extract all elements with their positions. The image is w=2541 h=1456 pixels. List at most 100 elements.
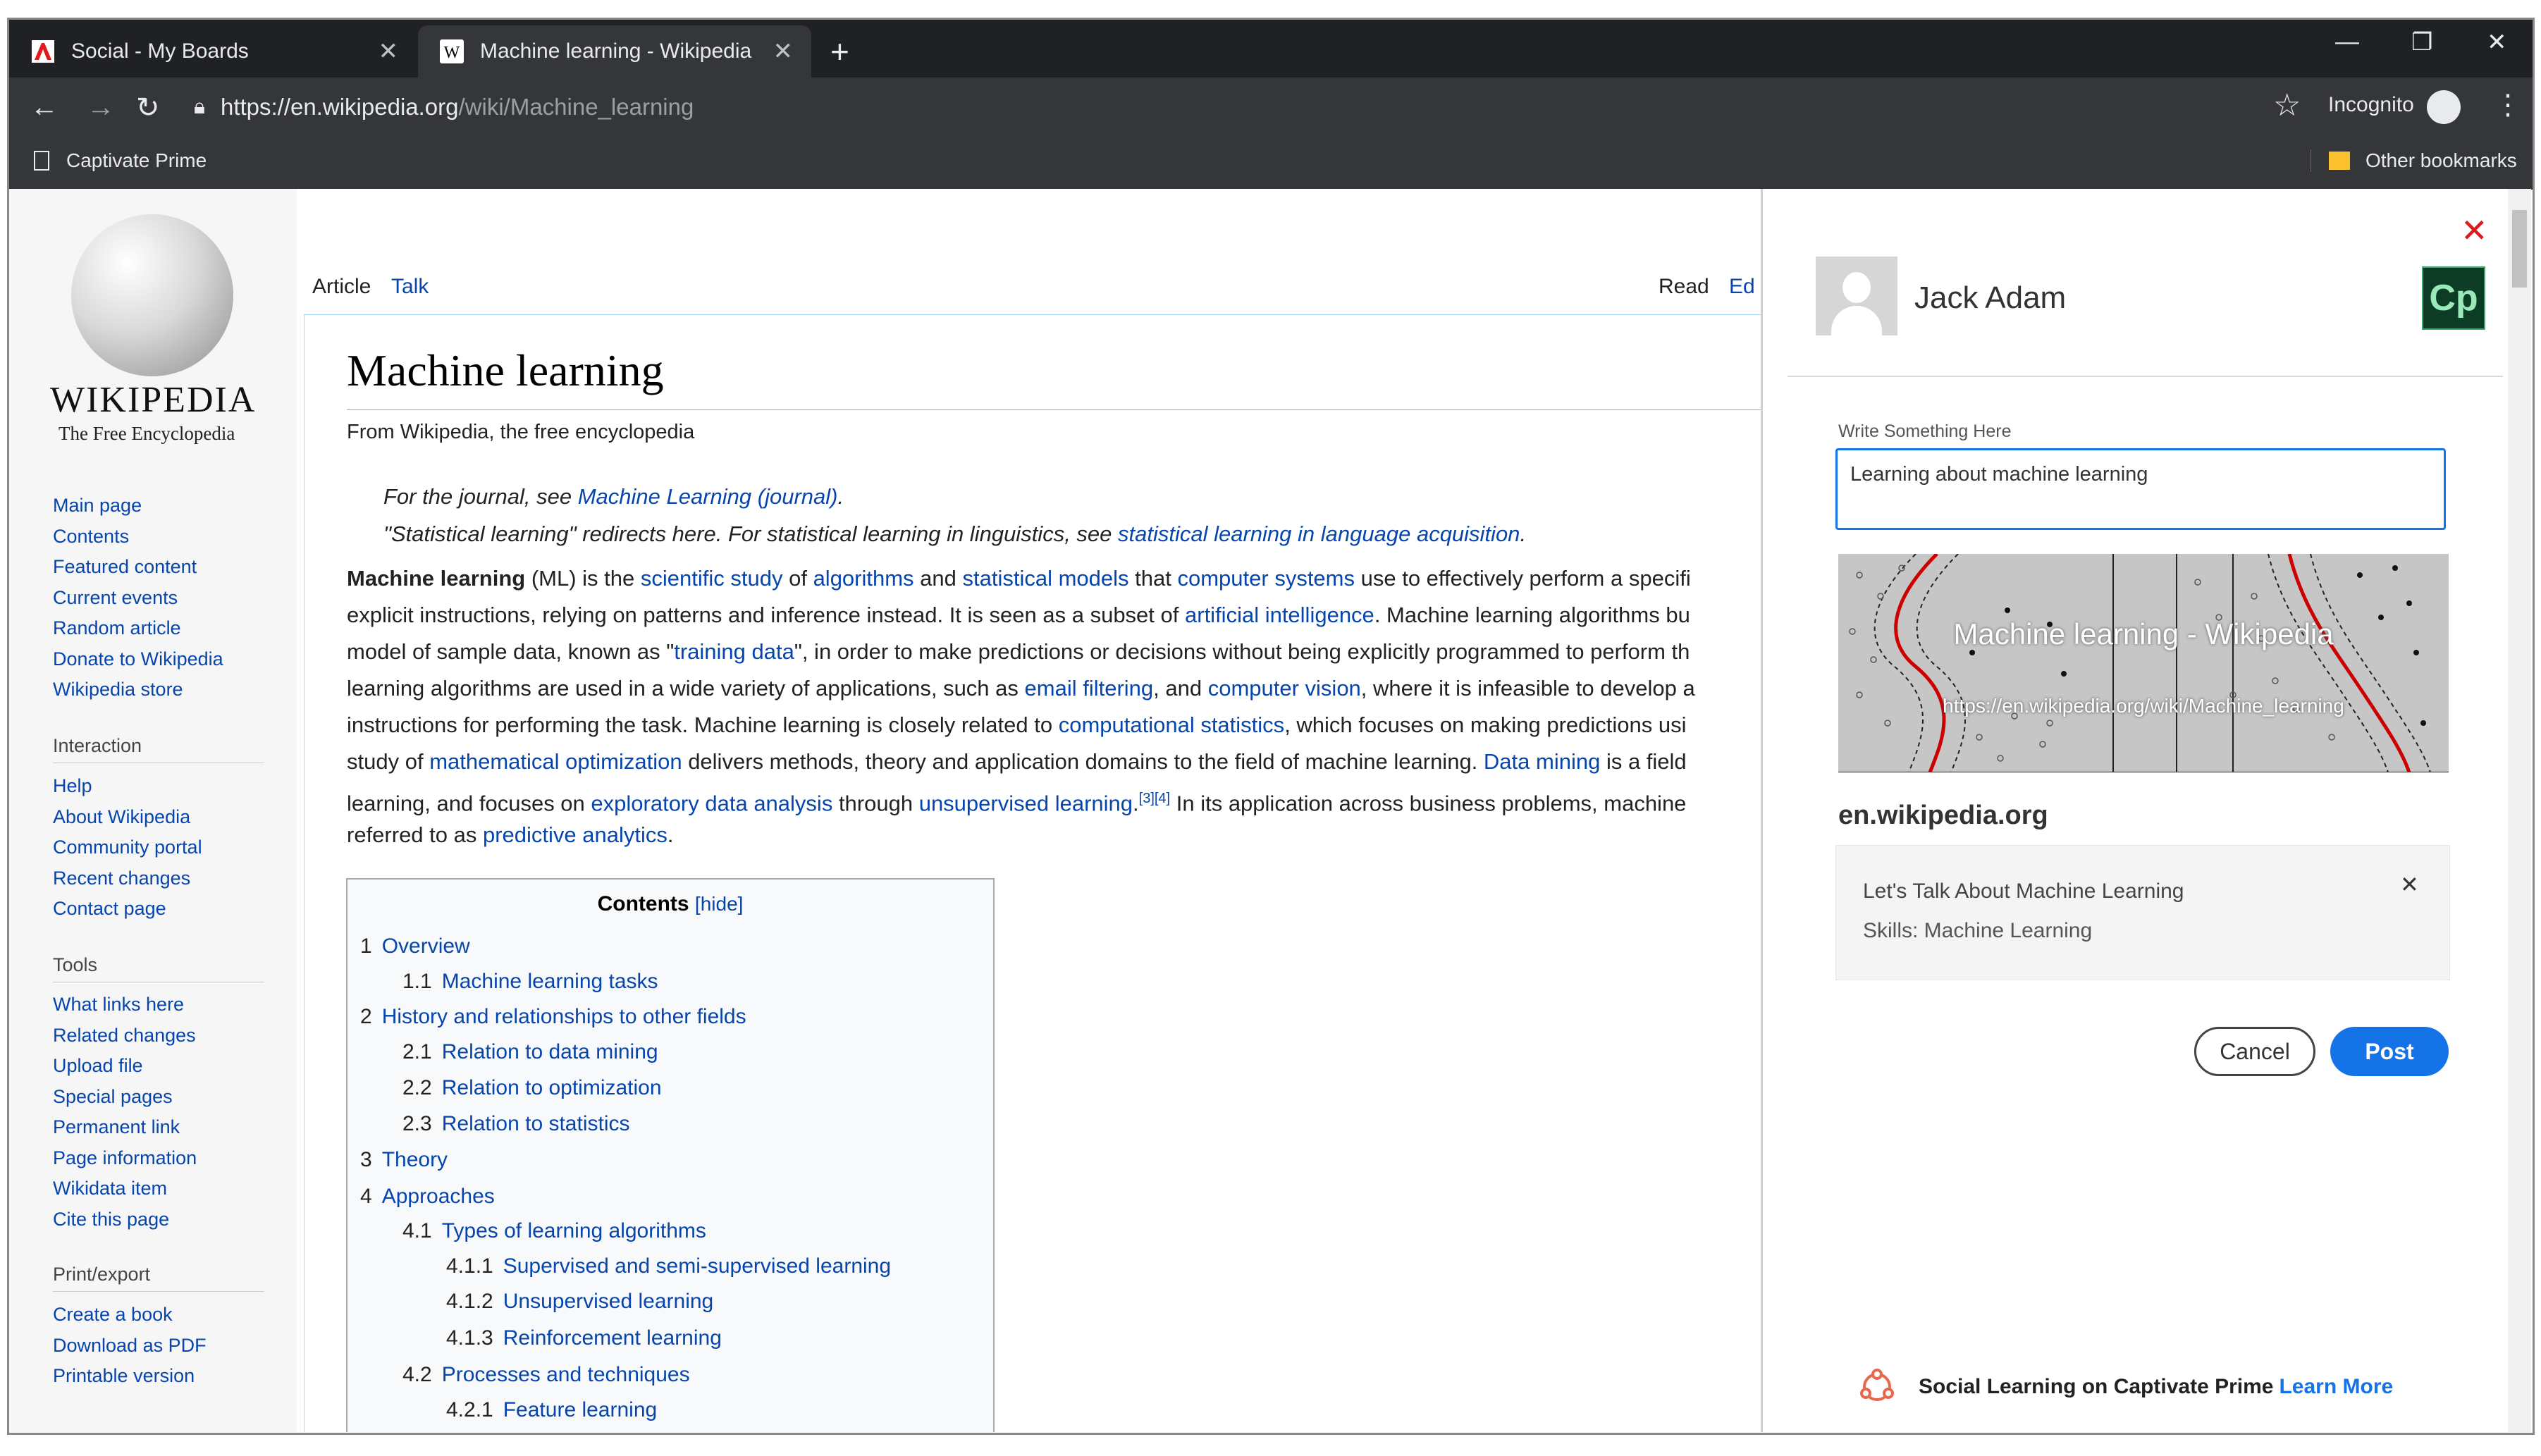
minimize-icon[interactable]: — <box>2335 28 2359 56</box>
article-link[interactable]: Data mining <box>1484 749 1600 774</box>
toc-item[interactable]: 3 Theory <box>360 1148 448 1172</box>
nav-link[interactable]: Wikipedia store <box>53 674 223 705</box>
nav-link[interactable]: Printable version <box>53 1361 207 1392</box>
nav-link[interactable]: Donate to Wikipedia <box>53 644 223 675</box>
tab-read[interactable]: Read <box>1651 266 1716 307</box>
bookmark-captivate-prime[interactable]: Captivate Prime <box>34 149 207 172</box>
menu-icon[interactable]: ⋮ <box>2494 89 2522 121</box>
forward-icon[interactable]: → <box>87 92 115 123</box>
toc-item[interactable]: 1 Overview <box>360 934 470 958</box>
article-link[interactable]: computational statistics <box>1059 712 1284 737</box>
url-text[interactable]: https://en.wikipedia.org/wiki/Machine_le… <box>221 94 694 121</box>
toc-item[interactable]: 2.2 Relation to optimization <box>402 1076 662 1100</box>
hatnote-link[interactable]: Machine Learning (journal) <box>578 484 838 509</box>
cancel-button[interactable]: Cancel <box>2194 1027 2315 1076</box>
restore-icon[interactable]: ❐ <box>2411 28 2432 56</box>
page-scrollbar[interactable] <box>2508 189 2531 1432</box>
wikipedia-wordmark[interactable]: WIKIPEDIA <box>50 379 256 421</box>
nav-link[interactable]: Create a book <box>53 1300 207 1331</box>
nav-link[interactable]: Page information <box>53 1143 197 1174</box>
toc-item[interactable]: 4.2.1 Feature learning <box>446 1398 657 1422</box>
tab-edit[interactable]: Ed <box>1722 266 1762 307</box>
nav-tools: What links here Related changes Upload f… <box>53 989 197 1235</box>
reload-icon[interactable]: ↻ <box>136 92 160 124</box>
toc-item[interactable]: 4.1.2 Unsupervised learning <box>446 1290 713 1314</box>
window-close-icon[interactable]: ✕ <box>2487 28 2507 56</box>
nav-link[interactable]: Featured content <box>53 552 223 583</box>
article-link[interactable]: exploratory data analysis <box>591 791 832 815</box>
bookmark-other[interactable]: Other bookmarks <box>2311 149 2517 172</box>
nav-link[interactable]: Related changes <box>53 1020 197 1051</box>
link-preview-image[interactable]: Machine learning - Wikipedia https://en.… <box>1838 554 2449 772</box>
paragraph-line: learning, and focuses on exploratory dat… <box>347 791 1687 816</box>
toc-item[interactable]: 4.1.1 Supervised and semi-supervised lear… <box>446 1254 891 1278</box>
nav-heading-interaction: Interaction <box>53 735 264 763</box>
nav-link[interactable]: Special pages <box>53 1082 197 1113</box>
remove-skill-icon[interactable]: ✕ <box>2400 871 2419 898</box>
skill-card-skills: Skills: Machine Learning <box>1863 919 2093 942</box>
avatar <box>1816 257 1897 335</box>
social-learning-icon <box>1858 1368 1896 1406</box>
article-link[interactable]: computer systems <box>1177 566 1355 591</box>
article-link[interactable]: predictive analytics <box>483 822 667 847</box>
nav-link[interactable]: Download as PDF <box>53 1331 207 1362</box>
article-link[interactable]: artificial intelligence <box>1185 603 1374 627</box>
tab-talk[interactable]: Talk <box>384 266 436 307</box>
nav-link[interactable]: Community portal <box>53 832 202 863</box>
toc-item[interactable]: 4.1 Types of learning algorithms <box>402 1219 706 1243</box>
article-link[interactable]: training data <box>674 639 794 664</box>
nav-link[interactable]: Main page <box>53 491 223 522</box>
nav-link[interactable]: Upload file <box>53 1051 197 1082</box>
nav-link[interactable]: Cite this page <box>53 1204 197 1235</box>
close-tab-icon[interactable]: ✕ <box>379 37 399 66</box>
nav-link[interactable]: About Wikipedia <box>53 802 202 833</box>
learn-more-link[interactable]: Learn More <box>2279 1375 2393 1399</box>
nav-link[interactable]: Contact page <box>53 894 202 925</box>
article-link[interactable]: email filtering <box>1025 676 1154 701</box>
close-tab-icon[interactable]: ✕ <box>773 37 794 66</box>
tab-bar: Social - My Boards ✕ W Machine learning … <box>9 20 2533 78</box>
tab-machine-learning[interactable]: W Machine learning - Wikipedia ✕ <box>418 25 811 78</box>
toc-item[interactable]: 1.1 Machine learning tasks <box>402 970 658 994</box>
post-text-input[interactable]: Learning about machine learning <box>1835 448 2446 530</box>
nav-link[interactable]: What links here <box>53 989 197 1020</box>
close-icon[interactable]: ✕ <box>2461 211 2488 249</box>
nav-link[interactable]: Contents <box>53 522 223 553</box>
bookmark-star-icon[interactable]: ☆ <box>2273 87 2301 123</box>
social-share-panel: ✕ Jack Adam Cp Write Something Here Lear… <box>1761 189 2524 1432</box>
article-link[interactable]: unsupervised learning <box>919 791 1133 815</box>
post-input-label: Write Something Here <box>1838 421 2012 441</box>
tab-social-my-boards[interactable]: Social - My Boards ✕ <box>9 25 417 78</box>
scrollbar-thumb[interactable] <box>2512 210 2527 288</box>
nav-link[interactable]: Permanent link <box>53 1112 197 1143</box>
tab-article[interactable]: Article <box>305 266 378 307</box>
toc-item[interactable]: 4 Approaches <box>360 1185 495 1209</box>
nav-link[interactable]: Current events <box>53 583 223 614</box>
toc-item[interactable]: 2.1 Relation to data mining <box>402 1040 658 1064</box>
new-tab-icon[interactable]: + <box>830 32 849 70</box>
browser-toolbar: ← → ↻ 🔒︎ https://en.wikipedia.org/wiki/M… <box>9 78 2533 137</box>
article-link[interactable]: mathematical optimization <box>429 749 682 774</box>
article-link[interactable]: computer vision <box>1208 676 1361 701</box>
toc-item[interactable]: 4.2 Processes and techniques <box>402 1363 690 1387</box>
address-bar[interactable]: 🔒︎ https://en.wikipedia.org/wiki/Machine… <box>194 86 2308 128</box>
incognito-icon[interactable] <box>2427 90 2461 124</box>
post-button[interactable]: Post <box>2330 1027 2449 1076</box>
bookmarks-bar: Captivate Prime Other bookmarks <box>9 137 2533 190</box>
article-link[interactable]: scientific study <box>641 566 783 591</box>
nav-link[interactable]: Wikidata item <box>53 1173 197 1204</box>
toc-hide-link[interactable]: [hide] <box>695 893 744 915</box>
toc-item[interactable]: 2 History and relationships to other fiel… <box>360 1005 746 1029</box>
article-link[interactable]: statistical models <box>963 566 1129 591</box>
toc-item[interactable]: 2.3 Relation to statistics <box>402 1112 630 1136</box>
user-name: Jack Adam <box>1914 280 2067 315</box>
back-icon[interactable]: ← <box>30 92 59 123</box>
nav-link[interactable]: Help <box>53 771 202 802</box>
article-link[interactable]: algorithms <box>813 566 914 591</box>
wikipedia-globe-icon[interactable] <box>71 214 233 376</box>
nav-link[interactable]: Random article <box>53 613 223 644</box>
nav-link[interactable]: Recent changes <box>53 863 202 894</box>
toc-item[interactable]: 4.1.3 Reinforcement learning <box>446 1326 722 1350</box>
hatnote-link[interactable]: statistical learning in language acquisi… <box>1118 522 1520 546</box>
citation-link[interactable]: [3][4] <box>1139 791 1170 806</box>
